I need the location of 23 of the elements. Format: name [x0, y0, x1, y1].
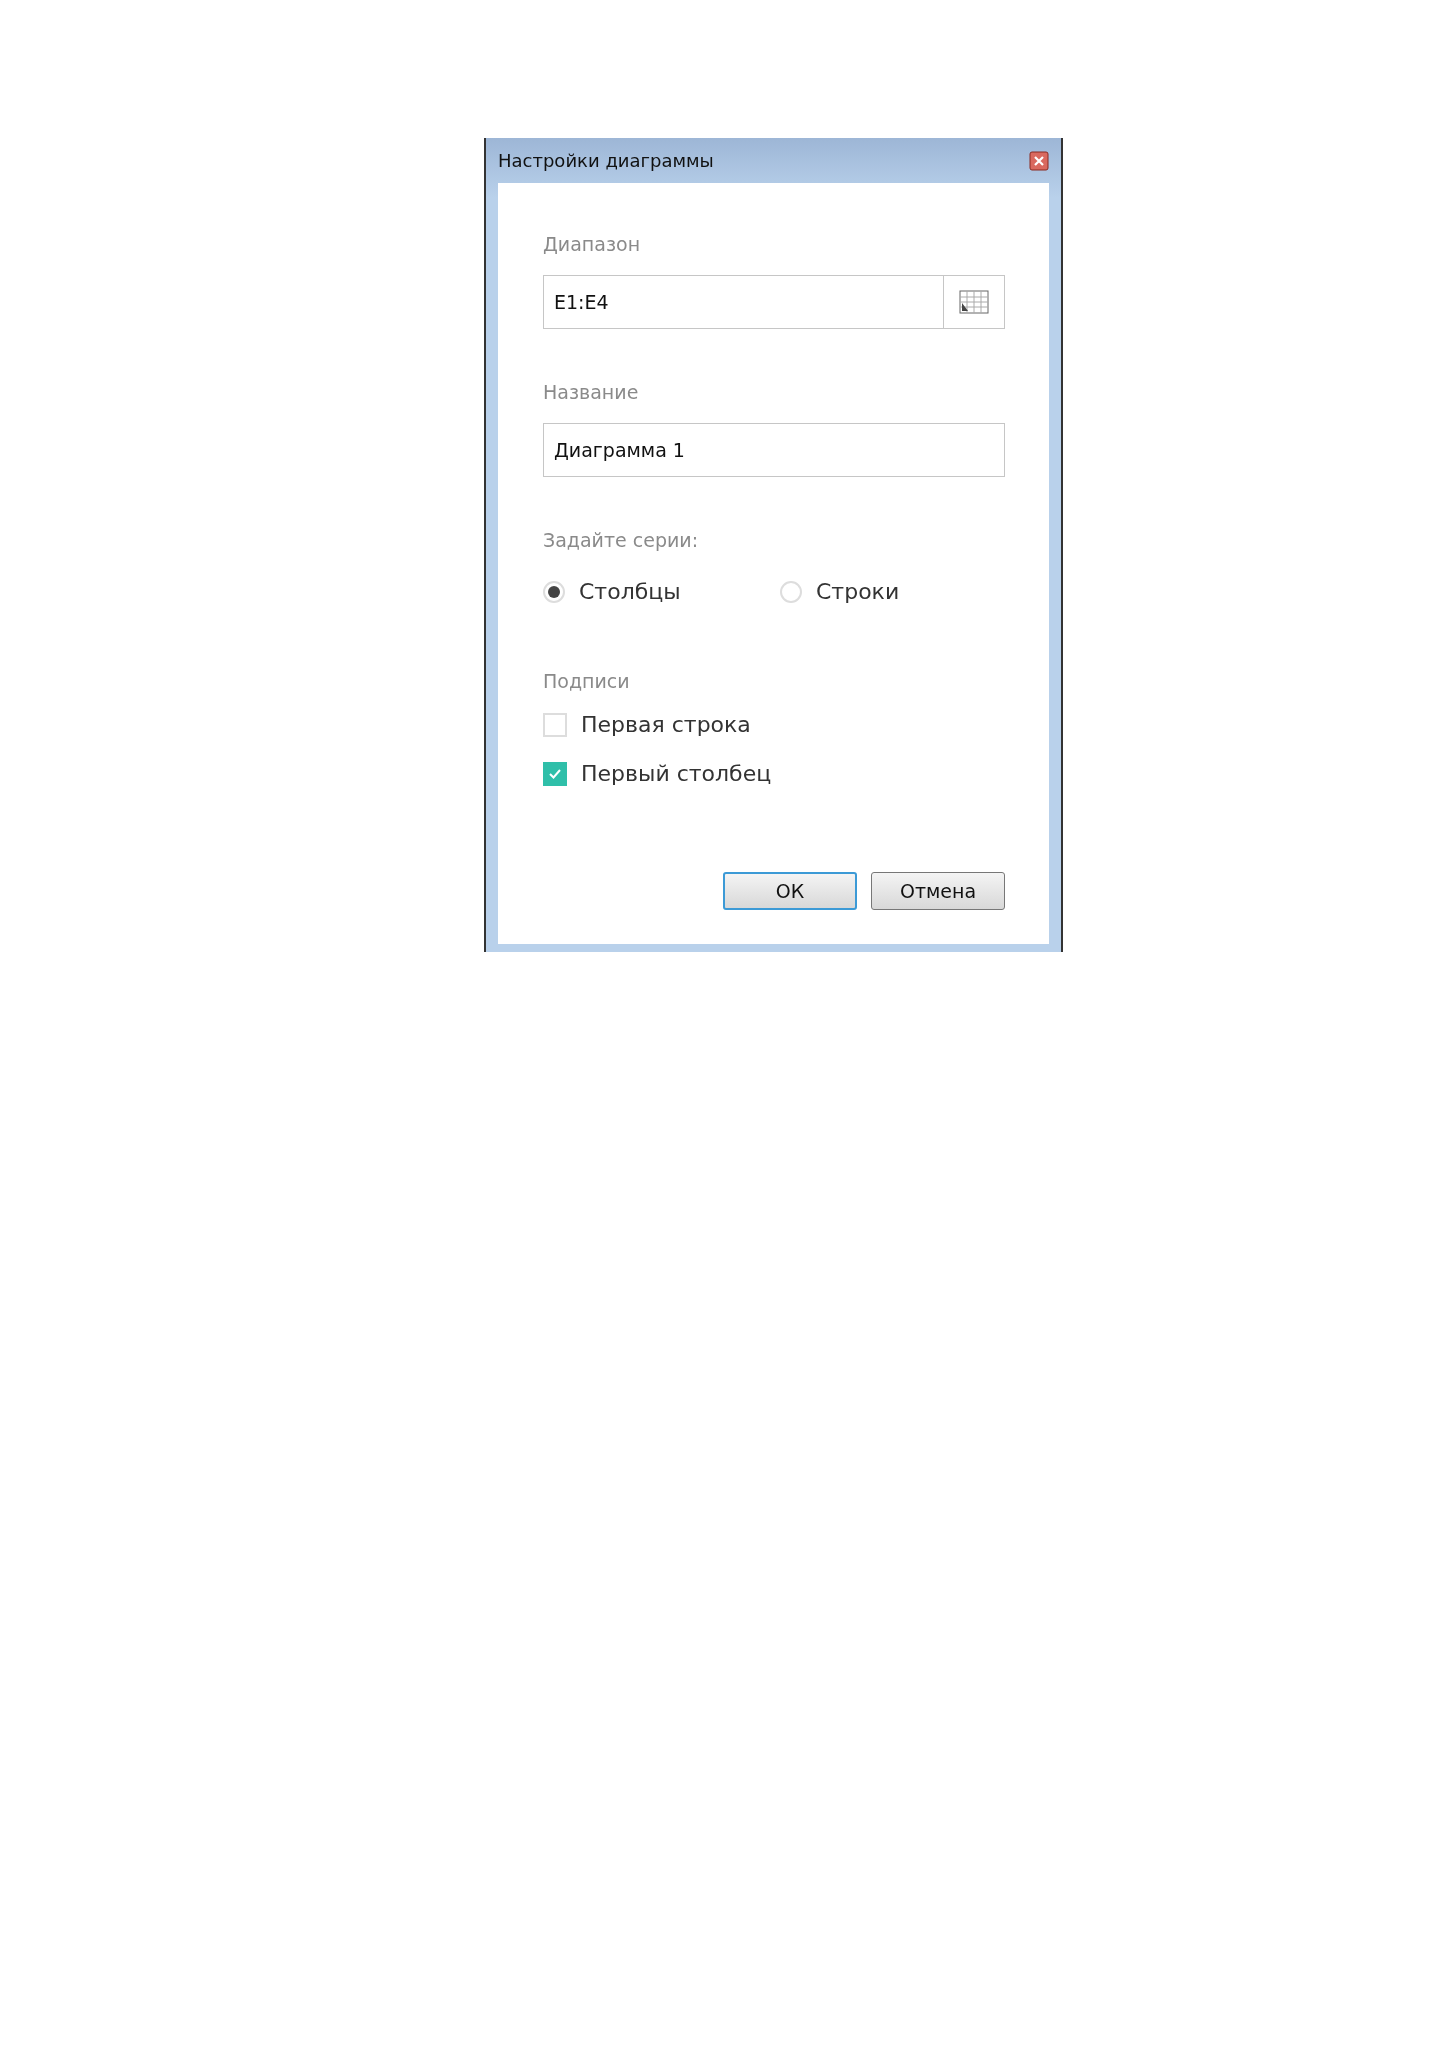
- range-picker-button[interactable]: [943, 275, 1005, 329]
- radio-option[interactable]: Столбцы: [543, 579, 780, 604]
- section-label: Подписи: [543, 670, 631, 692]
- radio-button[interactable]: [543, 580, 565, 603]
- dialog-button[interactable]: ОК: [723, 872, 857, 910]
- checkbox-label: Первая строка: [581, 712, 751, 737]
- checkbox[interactable]: [543, 761, 567, 786]
- radio-label: Столбцы: [579, 579, 681, 604]
- table-icon: [959, 290, 989, 314]
- section-label: Задайте серии:: [543, 529, 700, 551]
- close-icon[interactable]: [1029, 150, 1049, 171]
- radio-label: Строки: [816, 579, 900, 604]
- checkbox[interactable]: [543, 712, 567, 737]
- dialog-button[interactable]: Отмена: [871, 872, 1005, 910]
- checkbox-label: Первый столбец: [581, 761, 772, 786]
- check-icon: [548, 767, 562, 780]
- radio-option[interactable]: Строки: [780, 579, 1017, 604]
- field-label: Название: [543, 381, 640, 403]
- range-field[interactable]: E1:E4: [543, 275, 943, 329]
- radio-button[interactable]: [780, 580, 802, 603]
- name-field[interactable]: Диаграмма 1: [543, 423, 1005, 477]
- field-label: Диапазон: [543, 233, 642, 255]
- window-title: Настройки диаграммы: [498, 150, 714, 171]
